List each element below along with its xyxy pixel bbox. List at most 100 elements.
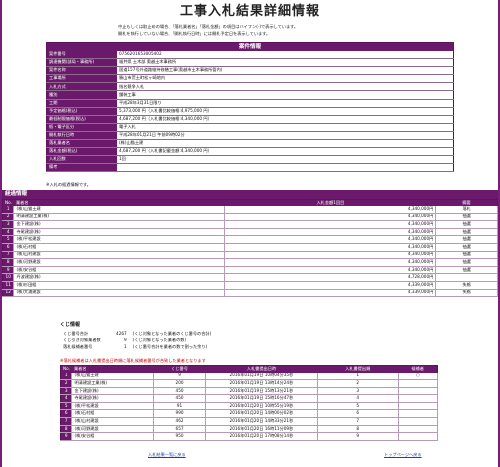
row-no: 11: [2, 281, 15, 290]
case-value: 4,687,200 円（入札書比較価格:4,340,000 円）: [117, 115, 454, 124]
bid-result: 抽選: [435, 228, 498, 237]
case-row: 案件番号 0756201653005402: [46, 51, 454, 60]
case-row: 入札回数 1回: [46, 155, 454, 165]
case-value: 電子入札: [117, 123, 454, 132]
bid-amount: 4,339,000円: [224, 281, 437, 290]
table-row: 12 (株)大浦建設 4,339,000円 失格: [2, 289, 498, 298]
table-row: 3 金下建設(株) 450 2016年01月19日 15時13分21秒 3: [60, 387, 439, 396]
bidder-name: (株)杉田組: [13, 281, 226, 290]
table-row: 5 (株)平松建設 91 2016年01月20日 10時55分19秒 5: [60, 402, 439, 411]
bidder-name: (株)石村組: [71, 409, 154, 419]
kuji-number: 657: [153, 425, 207, 434]
case-label: 入札方式: [46, 82, 117, 92]
bid-result: 抽選: [435, 251, 498, 260]
case-label: 開札執行日時: [46, 131, 117, 141]
submit-order: 4: [317, 394, 399, 403]
submit-order: 6: [317, 409, 399, 419]
kuji-number: 91: [153, 402, 207, 411]
kuji-info-value: 9: [124, 337, 127, 343]
table-row: 8 (株)河野建設 4,340,000円 抽選: [2, 258, 498, 267]
bid-result: [435, 273, 498, 282]
table-row: 8 (株)河野建設 657 2016年01月20日 16時11分09秒 8: [60, 425, 439, 434]
table-row: 6 (株)石村組 990 2016年01月20日 14時00分02秒 6: [60, 409, 439, 419]
bid-result: 抽選: [435, 258, 498, 267]
table-row: 9 (株)安谷組 4,340,000円 抽選: [2, 266, 498, 275]
bidder-name: 寺尾建設(株): [13, 228, 226, 237]
row-no: 10: [2, 273, 15, 282]
bidder-name: 明清建設工業(株): [71, 379, 154, 388]
bid-amount: 4,339,000円: [224, 289, 437, 298]
case-row: 紙・電子区分 電子入札: [46, 123, 454, 132]
case-label: 備考: [46, 163, 117, 173]
col-order: 入札書提出順: [317, 365, 399, 373]
row-no: 1: [2, 206, 15, 214]
kuji-info-label: くじ引き対象業者数: [63, 337, 101, 343]
progress-band-label: 経過情報: [5, 191, 28, 197]
case-label: 種別: [46, 90, 117, 100]
bid-result: 抽選: [435, 243, 498, 252]
case-value: 指名競争入札: [117, 82, 454, 92]
case-label: 予定価格(税込): [46, 107, 117, 116]
bidder-name: (株)安谷組: [71, 432, 154, 441]
winner-mark: [398, 387, 439, 396]
kuji-info-value: 1: [124, 344, 127, 350]
bid-amount: 4,340,000円: [224, 228, 437, 237]
submit-order: 1: [317, 372, 399, 381]
row-no: 2: [2, 213, 15, 222]
row-no: 9: [60, 432, 73, 441]
case-value: 5,373,000 円（入札書比較価格:4,975,000 円）: [117, 107, 454, 116]
submit-order: 5: [317, 402, 399, 411]
table-row: 10 丹波建設(株) 4,728,000円: [2, 273, 498, 282]
kuji-info-row: くじ引き対象業者数 9 (くじ対象となった業者の数): [60, 338, 214, 345]
bid-amount: 4,340,000円: [224, 213, 437, 222]
case-row: 工事場所 勝山市荒土町松ヶ崎地内: [46, 74, 454, 84]
row-no: 8: [60, 425, 73, 434]
winner-mark: [398, 409, 439, 419]
bid-result: 抽選: [435, 235, 498, 244]
progress-table: No. 業者名 入札金額1回目 摘要 1 (株)山猫土建 4,340,000円 落札 2…: [2, 199, 498, 298]
notice: 中止もしくは取止めの場合、「落札業者名」「落札金額」の項目はハイフン(-)で表示…: [118, 24, 388, 37]
row-no: 5: [2, 235, 15, 244]
bidder-name: (株)平松建設: [71, 402, 154, 411]
bid-amount: 4,340,000円: [224, 258, 437, 267]
kuji-number: 9: [153, 372, 207, 381]
submit-datetime: 2016年01月20日 17時08分14秒: [205, 432, 318, 441]
table-row: 9 (株)安谷組 950 2016年01月20日 17時08分14秒 9: [60, 432, 439, 441]
row-no: 12: [2, 289, 15, 298]
submit-datetime: 2016年01月20日 16時11分09秒: [205, 425, 318, 434]
table-row: 2 明清建設工業(株) 200 2016年01月19日 13時14分24秒 2: [60, 379, 439, 388]
row-no: 3: [60, 387, 73, 396]
table-row: 1 (株)山猫土建 4,340,000円 落札: [2, 206, 498, 214]
case-info-header: 案件情報: [46, 42, 454, 51]
kuji-info: くじ番号合計 4267 (くじ対象となった業者のくじ番号の合計) くじ引き対象業者数 9…: [60, 331, 214, 351]
submit-order: 3: [317, 387, 399, 396]
kuji-info-value: 4267: [116, 331, 127, 336]
bid-result: 失格: [435, 281, 498, 290]
winner-mark: [398, 417, 439, 426]
case-label: 案件番号: [46, 51, 117, 60]
case-row: 案件名称 国道157号外道路維持修繕工事(奥越市土木事務所管内): [46, 66, 454, 76]
table-row: 4 寺尾建設(株) 450 2016年01月19日 15時16分47秒 4: [60, 394, 439, 403]
row-no: 6: [60, 409, 73, 419]
submit-order: 9: [317, 432, 399, 441]
case-row: 最低制限価格(税込) 4,687,200 円（入札書比較価格:4,340,000 …: [46, 115, 454, 124]
row-no: 8: [2, 258, 15, 267]
back-to-top-link[interactable]: トップページへ戻る: [384, 452, 422, 458]
row-no: 5: [60, 402, 73, 411]
bid-result: 抽選: [435, 220, 498, 229]
bidder-name: 明清建設工業(株): [13, 213, 226, 222]
submit-datetime: 2016年01月20日 14時33分21秒: [205, 417, 318, 426]
winner-mark: [398, 402, 439, 411]
kuji-number: 950: [153, 432, 207, 441]
col-winner: 候補者: [398, 365, 438, 373]
submit-order: 8: [317, 425, 399, 434]
kuji-number: 462: [153, 417, 207, 426]
case-value: (株)山猫土建: [117, 139, 454, 149]
back-to-list-link[interactable]: 入札結果一覧に戻る: [148, 452, 186, 458]
case-info-table: 案件情報 案件番号 0756201653005402 調達機関(部局・事務所) 福井県…: [46, 42, 454, 173]
bid-result: 失格: [435, 289, 498, 298]
col-kuji-no: くじ番号: [153, 365, 206, 373]
notice-line: 開札を執行していない場合、「開札執行日時」には開札予定日を表示しています。: [118, 30, 271, 36]
kuji-number: 450: [153, 394, 207, 403]
bidder-name: (株)石村組: [13, 243, 226, 252]
